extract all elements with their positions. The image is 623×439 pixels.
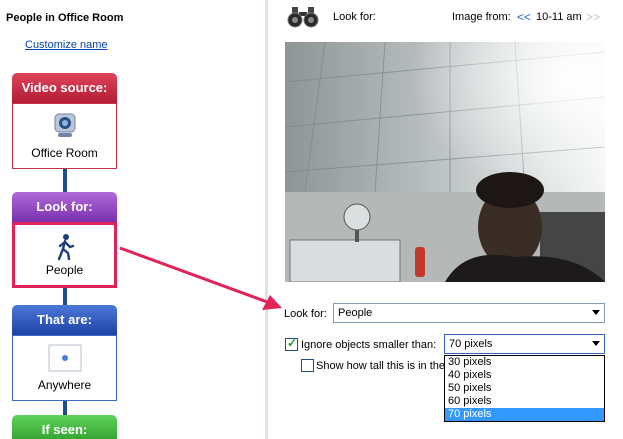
that-are-label: Anywhere <box>37 378 92 392</box>
dropdown-option-selected[interactable]: 70 pixels <box>445 408 604 421</box>
dropdown-option[interactable]: 60 pixels <box>445 395 604 408</box>
video-source-body[interactable]: Office Room <box>12 103 117 169</box>
look-for-label: People <box>45 263 84 277</box>
dropdown-option[interactable]: 50 pixels <box>445 382 604 395</box>
location-dot-icon <box>48 344 82 375</box>
video-source-block[interactable]: Video source: Office Room <box>12 73 117 169</box>
if-seen-block[interactable]: If seen: <box>12 415 117 439</box>
show-height-label: Show how tall this is in the <box>316 360 446 372</box>
dropdown-option[interactable]: 40 pixels <box>445 369 604 382</box>
rule-panel: People in Office Room Customize name Vid… <box>0 0 265 439</box>
look-for-field-label: Look for: <box>284 308 327 320</box>
ignore-small-objects-checkbox[interactable] <box>285 336 298 351</box>
if-seen-header: If seen: <box>12 415 117 439</box>
webcam-icon <box>52 112 78 143</box>
detail-panel: Look for: Image from: << 10-11 am >> Loo… <box>268 0 623 439</box>
next-image-button[interactable]: >> <box>586 10 600 24</box>
video-source-label: Office Room <box>31 146 98 160</box>
image-time-range: 10-11 am <box>536 11 582 23</box>
that-are-header: That are: <box>12 305 117 335</box>
video-source-header: Video source: <box>12 73 117 103</box>
camera-snapshot <box>285 42 605 282</box>
person-walking-icon <box>54 233 76 264</box>
flow-connector <box>63 169 67 192</box>
show-height-checkbox[interactable] <box>301 359 314 372</box>
look-for-header: Look for: <box>12 192 117 222</box>
min-size-dropdown-list[interactable]: 30 pixels 40 pixels 50 pixels 60 pixels … <box>444 355 605 422</box>
look-for-heading: Look for: <box>333 11 376 23</box>
image-from-label: Image from: <box>452 11 511 23</box>
that-are-body[interactable]: Anywhere <box>12 335 117 401</box>
look-for-block[interactable]: Look for: People <box>12 192 117 288</box>
min-size-select-value: 70 pixels <box>449 338 493 350</box>
dropdown-option[interactable]: 30 pixels <box>445 356 604 369</box>
min-size-select[interactable]: 70 pixels <box>444 334 605 354</box>
ignore-small-objects-label: Ignore objects smaller than: <box>301 339 437 351</box>
chevron-down-icon[interactable] <box>592 310 600 315</box>
look-for-select[interactable]: People <box>333 303 605 323</box>
customize-name-link[interactable]: Customize name <box>25 39 108 51</box>
flow-connector <box>63 401 67 415</box>
previous-image-button[interactable]: << <box>517 10 531 24</box>
that-are-block[interactable]: That are: Anywhere <box>12 305 117 401</box>
rule-title: People in Office Room <box>6 12 124 24</box>
look-for-select-value: People <box>338 307 373 319</box>
look-for-body[interactable]: People <box>12 222 117 288</box>
flow-connector <box>63 288 67 305</box>
chevron-down-icon[interactable] <box>592 341 600 346</box>
binoculars-icon <box>286 6 320 31</box>
